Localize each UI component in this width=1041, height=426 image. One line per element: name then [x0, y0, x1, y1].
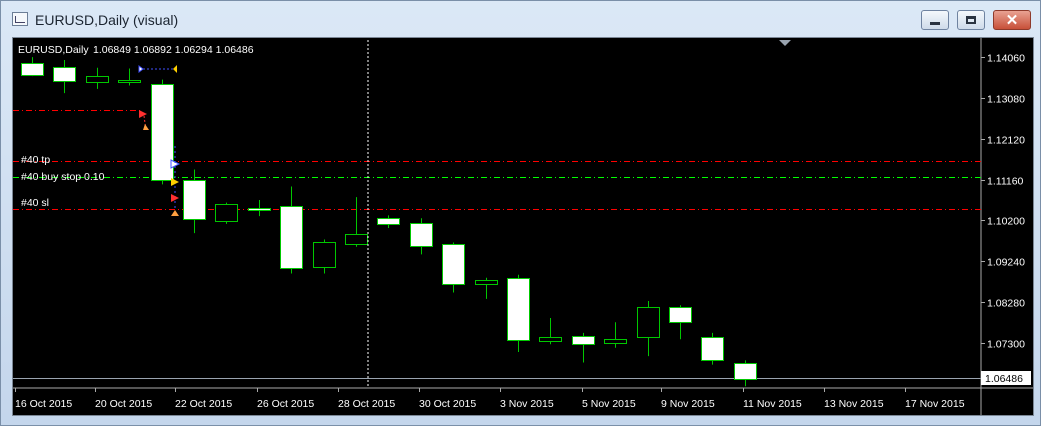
close-arrow-icon[interactable]	[143, 124, 149, 130]
window-title: EURUSD,Daily (visual)	[35, 12, 179, 28]
candle-body[interactable]	[215, 204, 238, 222]
time-tick-label: 11 Nov 2015	[743, 398, 802, 410]
time-tick-label: 26 Oct 2015	[257, 398, 314, 410]
price-tick-label: 1.08280	[987, 298, 1025, 310]
candle-body[interactable]	[701, 337, 724, 361]
time-tick-label: 30 Oct 2015	[419, 398, 476, 410]
candle-body[interactable]	[118, 80, 141, 83]
candlestick-chart[interactable]: 1.14060 1.13080 1.12120 1.11160 1.10200 1.092…	[13, 38, 1033, 415]
close-icon: ✕	[1005, 11, 1019, 29]
current-price-label: 1.06486	[985, 373, 1023, 385]
chart-window: EURUSD,Daily (visual) ✕ 1.14060 1.13080 1.…	[0, 0, 1041, 426]
sell-arrow-icon[interactable]	[171, 194, 179, 202]
candle-body[interactable]	[151, 84, 174, 181]
order-arrow-icon[interactable]	[171, 178, 179, 186]
time-tick-label: 3 Nov 2015	[500, 398, 554, 410]
sl-label: #40 sl	[21, 197, 49, 209]
candle-body[interactable]	[377, 218, 400, 225]
time-tick-label: 9 Nov 2015	[661, 398, 715, 410]
candle-body[interactable]	[280, 206, 303, 269]
price-tick-label: 1.12120	[987, 135, 1025, 147]
time-tick-label: 16 Oct 2015	[15, 398, 72, 410]
chart-area[interactable]: 1.14060 1.13080 1.12120 1.11160 1.10200 1.092…	[12, 37, 1034, 416]
ohlc-readout: 1.06849 1.06892 1.06294 1.06486	[93, 44, 254, 56]
candle-body[interactable]	[604, 339, 627, 344]
candle-body[interactable]	[410, 223, 433, 247]
close-arrow-icon[interactable]	[171, 210, 179, 216]
time-tick-label: 5 Nov 2015	[582, 398, 636, 410]
candle-body[interactable]	[475, 280, 498, 285]
candle-body[interactable]	[183, 180, 206, 220]
candle-body[interactable]	[86, 76, 109, 83]
chart-window-icon	[12, 12, 28, 26]
title-bar[interactable]: EURUSD,Daily (visual) ✕	[1, 1, 1040, 35]
time-tick-label: 22 Oct 2015	[175, 398, 232, 410]
price-tick-label: 1.14060	[987, 53, 1025, 65]
candle-body[interactable]	[313, 242, 336, 268]
maximize-icon	[966, 16, 976, 24]
time-tick-label: 28 Oct 2015	[338, 398, 395, 410]
symbol-label: EURUSD,Daily	[18, 44, 89, 56]
minimize-button[interactable]	[921, 10, 949, 30]
time-axis: 16 Oct 2015 20 Oct 2015 22 Oct 2015 26 Oct …	[15, 388, 965, 410]
price-tick-label: 1.10200	[987, 216, 1025, 228]
buy-stop-label: #40 buy stop 0.10	[21, 171, 105, 183]
price-tick-label: 1.11160	[987, 176, 1024, 188]
minimize-icon	[930, 21, 940, 25]
candle-body[interactable]	[21, 63, 44, 76]
maximize-button[interactable]	[957, 10, 985, 30]
price-tick-label: 1.09240	[987, 257, 1025, 269]
chart-shift-marker[interactable]	[779, 40, 791, 46]
candles	[21, 57, 757, 387]
time-tick-label: 13 Nov 2015	[824, 398, 884, 410]
candle-body[interactable]	[637, 307, 660, 338]
time-tick-label: 17 Nov 2015	[905, 398, 965, 410]
order-arrow-icon[interactable]	[138, 65, 144, 73]
candle-body[interactable]	[248, 208, 271, 211]
candle-body[interactable]	[507, 278, 530, 341]
close-button[interactable]: ✕	[993, 10, 1031, 30]
sell-arrow-icon[interactable]	[139, 110, 147, 118]
time-tick-label: 20 Oct 2015	[95, 398, 152, 410]
tp-label: #40 tp	[21, 154, 50, 166]
candle-body[interactable]	[572, 336, 595, 345]
candle-body[interactable]	[669, 307, 692, 323]
candle-body[interactable]	[442, 244, 465, 285]
order-arrow-icon[interactable]	[173, 65, 177, 73]
candle-body[interactable]	[345, 234, 368, 245]
candle-body[interactable]	[539, 337, 562, 342]
price-tick-label: 1.07300	[987, 339, 1025, 351]
price-axis: 1.14060 1.13080 1.12120 1.11160 1.10200 1.092…	[981, 53, 1025, 351]
price-tick-label: 1.13080	[987, 94, 1025, 106]
candle-body[interactable]	[734, 363, 757, 380]
candle-body[interactable]	[53, 67, 76, 82]
